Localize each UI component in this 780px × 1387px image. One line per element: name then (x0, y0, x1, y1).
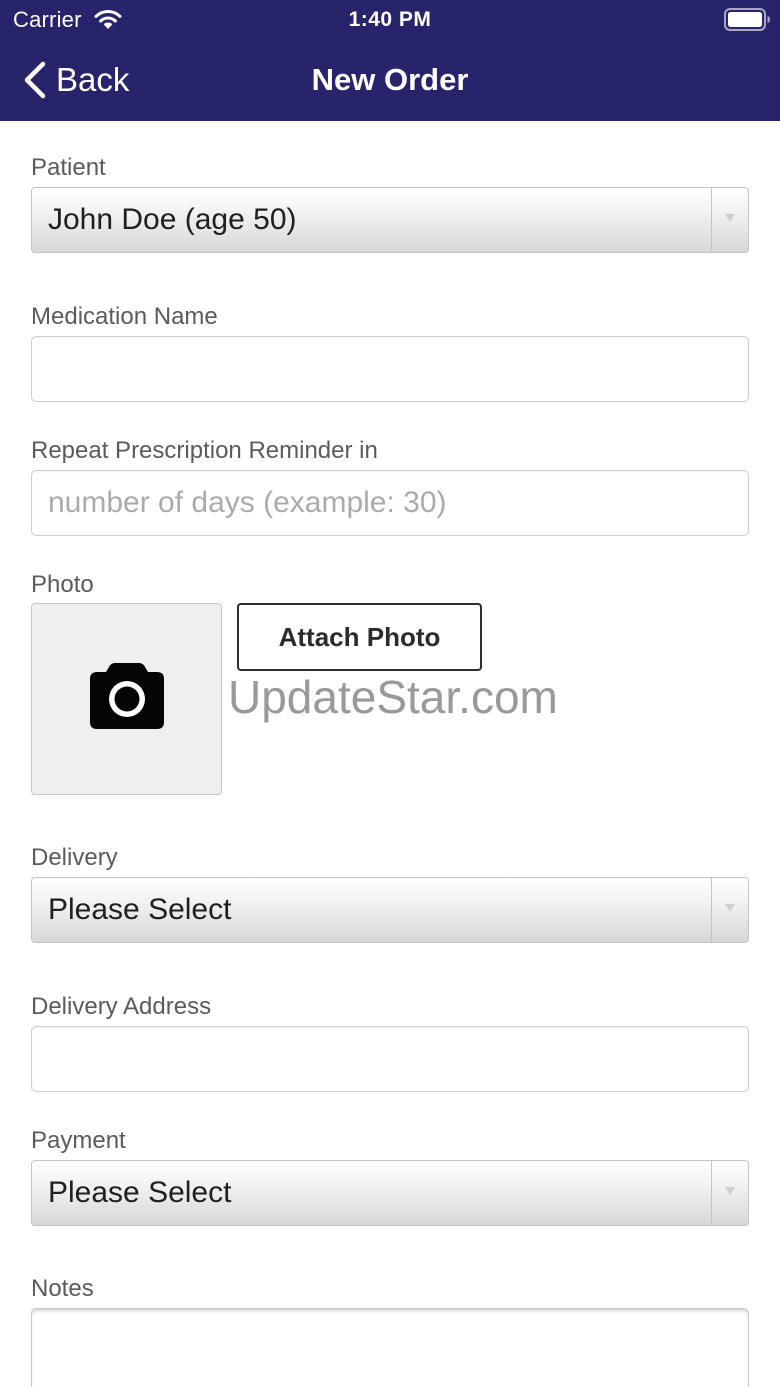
app-header: Carrier 1:40 PM Back New Order (0, 0, 780, 121)
reminder-days-input[interactable] (31, 470, 749, 536)
photo-preview[interactable] (31, 603, 222, 795)
delivery-select[interactable]: Please Select (31, 877, 749, 943)
dropdown-arrow-icon (711, 878, 748, 942)
notes-textarea[interactable] (31, 1308, 749, 1387)
medication-name-label: Medication Name (31, 303, 218, 330)
payment-select[interactable]: Please Select (31, 1160, 749, 1226)
photo-label: Photo (31, 571, 94, 598)
watermark-text: UpdateStar.com (228, 671, 558, 723)
medication-name-input[interactable] (31, 336, 749, 402)
patient-select[interactable]: John Doe (age 50) (31, 187, 749, 253)
payment-select-value: Please Select (48, 1176, 232, 1209)
battery-icon (724, 8, 770, 31)
camera-icon (90, 663, 164, 729)
delivery-label: Delivery (31, 844, 118, 871)
patient-label: Patient (31, 154, 106, 181)
payment-label: Payment (31, 1127, 126, 1154)
reminder-label: Repeat Prescription Reminder in (31, 437, 378, 464)
patient-select-value: John Doe (age 50) (48, 203, 297, 236)
dropdown-arrow-icon (711, 1161, 748, 1225)
delivery-address-input[interactable] (31, 1026, 749, 1092)
delivery-select-value: Please Select (48, 893, 232, 926)
notes-label: Notes (31, 1275, 94, 1302)
delivery-address-label: Delivery Address (31, 993, 212, 1020)
attach-photo-button[interactable]: Attach Photo (237, 603, 482, 671)
dropdown-arrow-icon (711, 188, 748, 252)
page-title: New Order (311, 62, 469, 97)
status-time: 1:40 PM (348, 8, 432, 31)
